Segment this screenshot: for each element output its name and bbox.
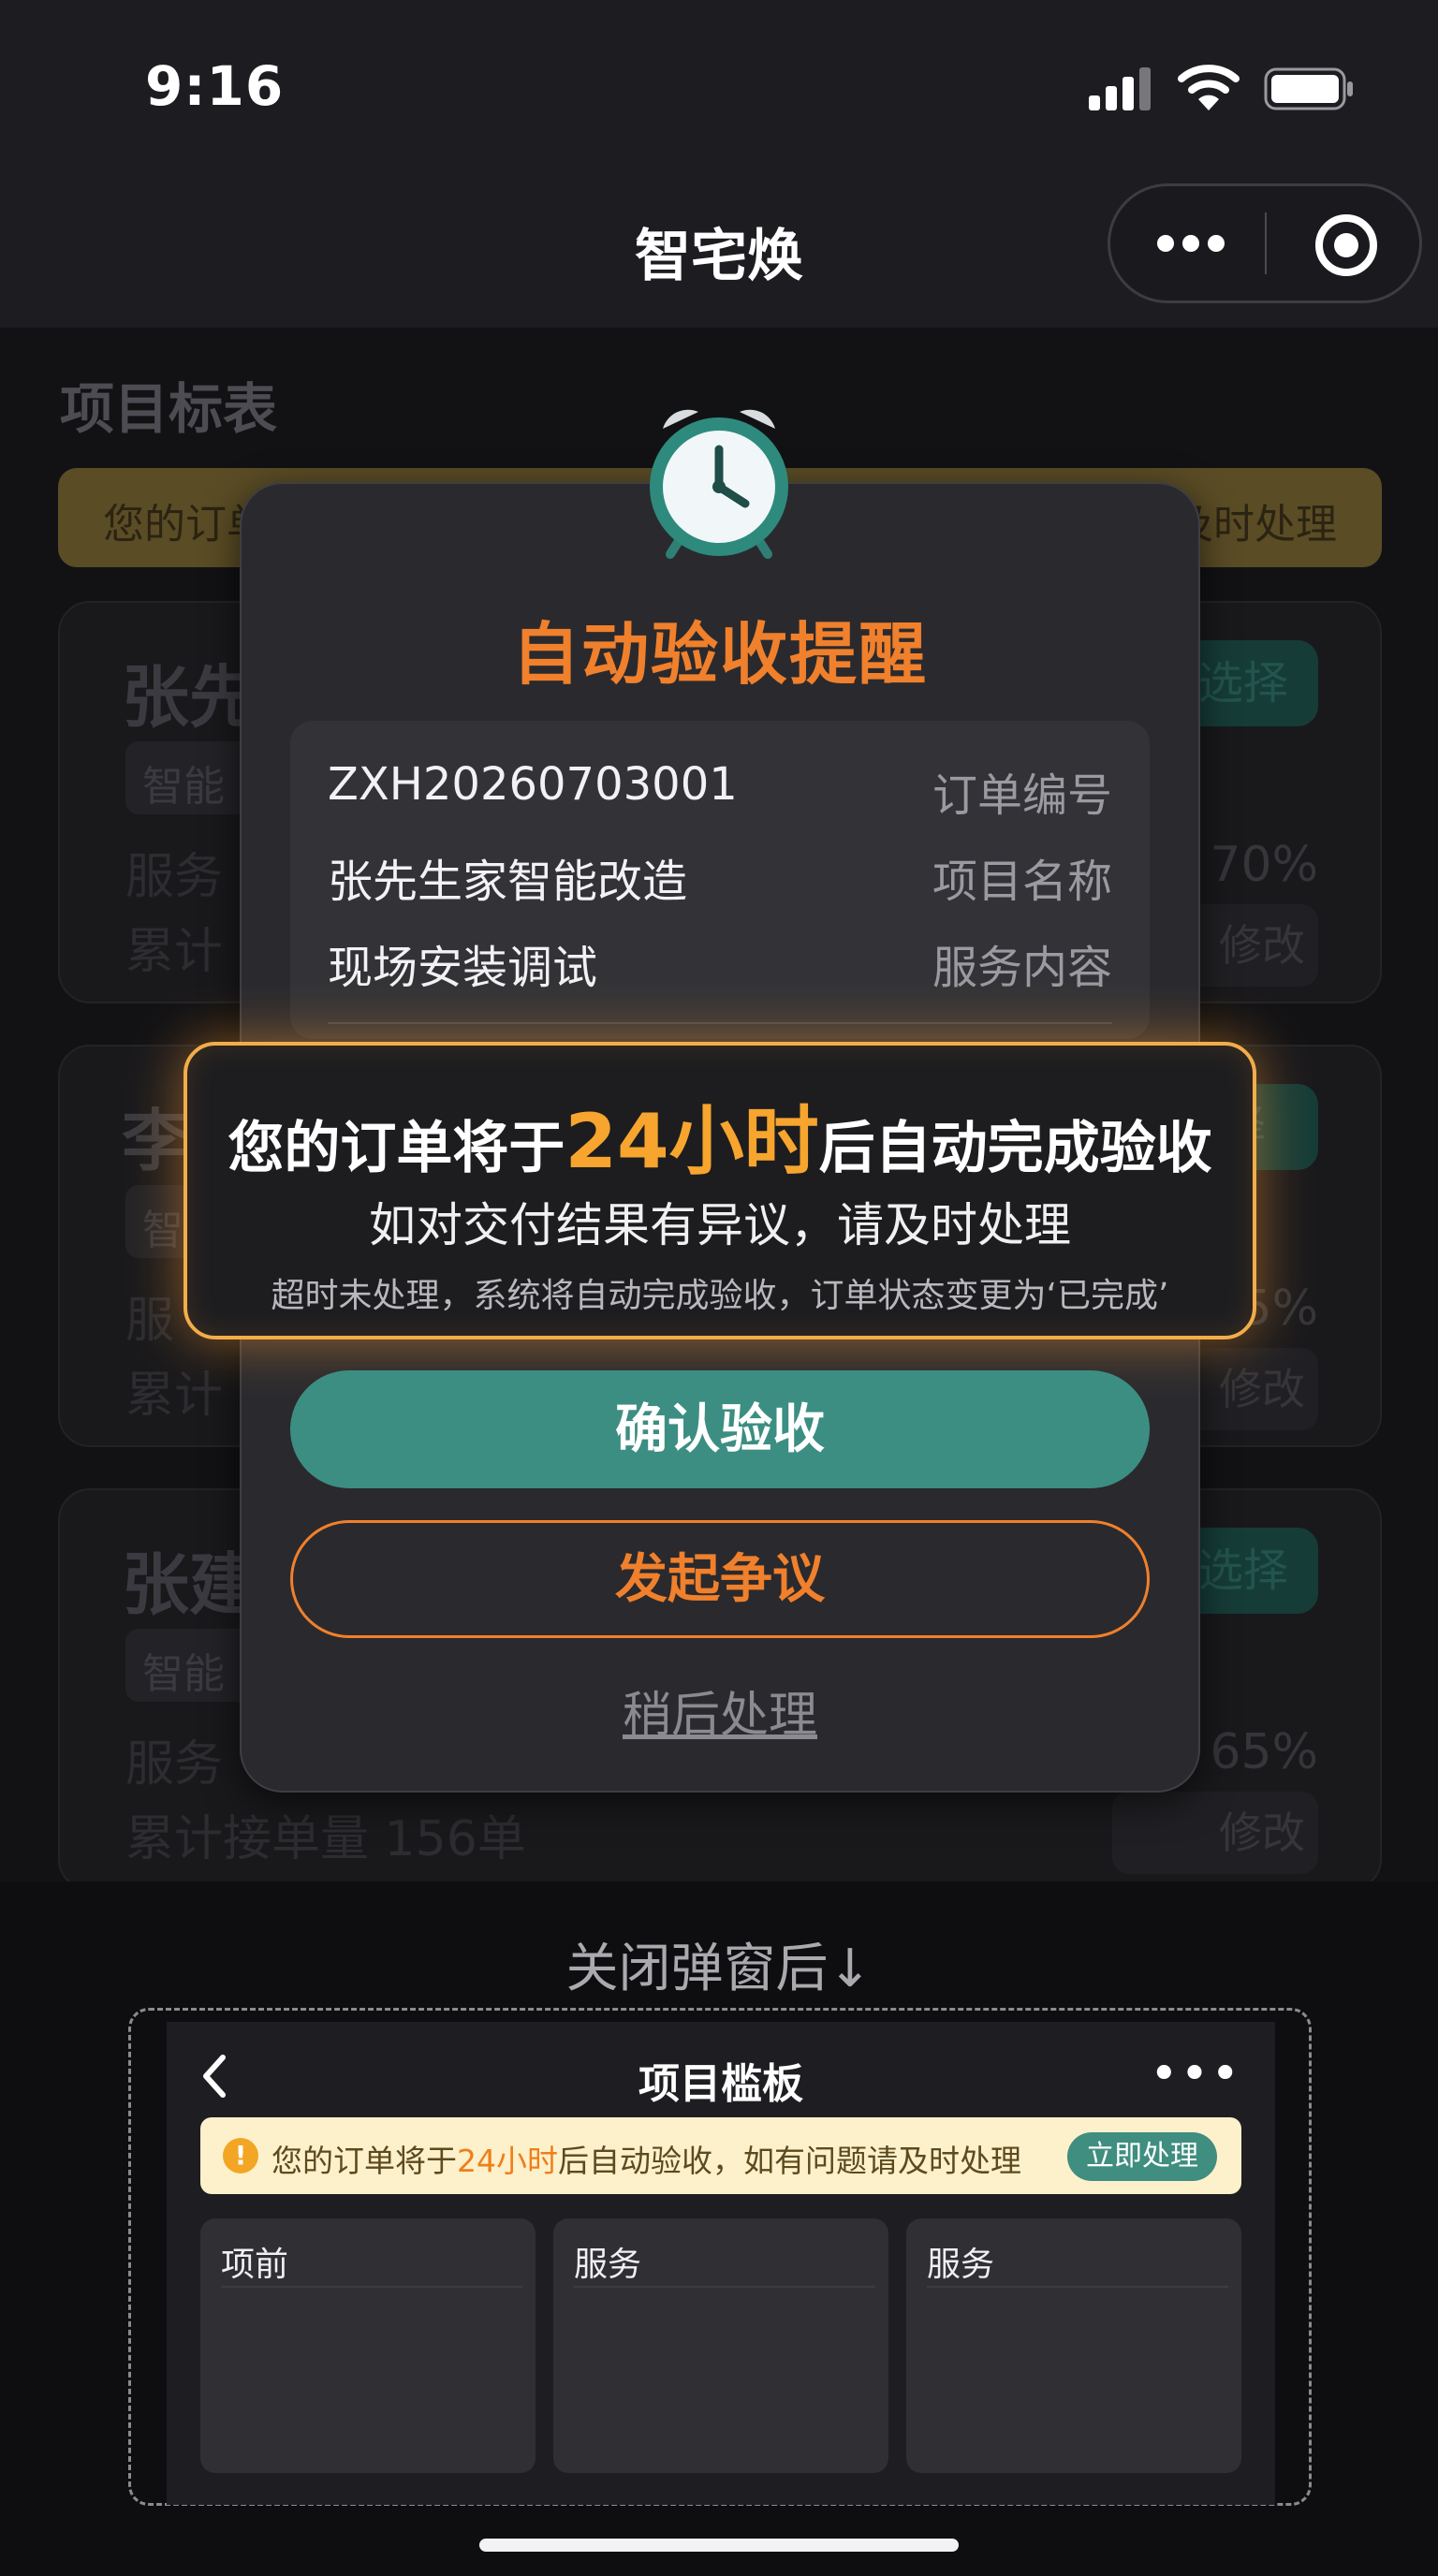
handle-now-button[interactable]: 立即处理 [1067,2132,1217,2181]
warning-icon: ! [223,2138,258,2174]
preview-notice-banner: ! 您的订单将于24小时后自动验收，如有问题请及时处理 立即处理 [200,2117,1241,2194]
bg-page-title: 项目标表 [60,377,278,441]
after-close-label: 关闭弹窗后↓ [565,1939,873,1999]
modal-title: 自动验收提醒 [511,615,928,694]
bg-card-progress: 70% [1210,837,1318,893]
project-name-label: 项目名称 [932,856,1112,908]
bg-card-line: 累计接单量 156单 [125,1811,526,1867]
bg-card-modify: 修改 [1112,1792,1318,1874]
status-time: 9:16 [145,54,285,118]
info-row-project-name: 张先生家智能改造 项目名称 [328,844,1112,910]
project-name-value: 张先生家智能改造 [328,856,688,908]
home-indicator [479,2539,959,2552]
headline-prefix: 您的订单将于 [227,1116,565,1181]
bg-card-name: 张先 [122,658,257,737]
info-row-order-id: ZXH20260703001 订单编号 [328,758,1112,824]
bg-card-line: 服务 [125,849,224,905]
bg-card-line: 服务 [125,1736,224,1793]
order-id-value: ZXH20260703001 [328,758,738,811]
notice-highlight: 24小时 [457,2143,558,2179]
column-divider [574,2286,875,2288]
highlight-note: 超时未处理，系统将自动完成验收，订单状态变更为‘已完成’ [271,1277,1169,1315]
target-circle-icon[interactable] [1315,214,1377,276]
after-close-preview: 项目槛板 ••• ! 您的订单将于24小时后自动验收，如有问题请及时处理 立即处… [167,2022,1275,2505]
alarm-clock-icon [650,409,788,559]
preview-notice-text: 您的订单将于24小时后自动验收，如有问题请及时处理 [271,2136,1021,2181]
confirm-accept-button[interactable]: 确认验收 [290,1370,1150,1488]
auto-accept-highlight-card: 您的订单将于24小时后自动完成验收 如对交付结果有异议，请及时处理 超时未处理，… [183,1042,1256,1339]
raise-dispute-button[interactable]: 发起争议 [290,1520,1150,1638]
battery-icon [1264,67,1353,110]
bg-card-line: 累计 [125,924,224,980]
column-divider [221,2286,522,2288]
signal-icon [1089,67,1154,110]
service-content-value: 现场安装调试 [328,942,598,994]
preview-column: 服务 [906,2218,1241,2473]
handle-later-link[interactable]: 稍后处理 [240,1676,1200,1746]
column-divider [927,2286,1228,2288]
preview-title: 项目槛板 [638,2060,803,2108]
highlight-subtitle: 如对交付结果有异议，请及时处理 [369,1198,1071,1252]
capsule-divider [1265,212,1267,274]
wifi-icon [1178,65,1240,110]
bg-card-name: 张建 [122,1545,257,1624]
order-id-label: 订单编号 [932,769,1112,822]
preview-column-header: 项前 [221,2246,289,2284]
mini-program-capsule [1108,183,1422,303]
headline-suffix: 后自动完成验收 [818,1116,1212,1181]
preview-column: 项前 [200,2218,536,2473]
info-row-service: 现场安装调试 服务内容 [328,930,1112,996]
preview-column: 服务 [553,2218,888,2473]
headline-emphasis: 24小时 [565,1098,819,1185]
more-dots-icon[interactable]: ••• [1150,2046,1241,2102]
preview-column-header: 服务 [574,2246,642,2284]
notice-suffix: 后自动验收，如有问题请及时处理 [558,2143,1021,2179]
bg-card-line: 服 [125,1293,175,1349]
preview-column-header: 服务 [927,2246,995,2284]
info-divider [328,1022,1112,1024]
bg-card-name: 李 [122,1102,190,1180]
bg-card-line: 累计 [125,1368,224,1424]
bg-card-progress: 65% [1210,1724,1318,1780]
highlight-headline: 您的订单将于24小时后自动完成验收 [187,1081,1253,1190]
service-content-label: 服务内容 [932,942,1112,994]
more-dots-icon[interactable] [1157,235,1233,256]
notice-prefix: 您的订单将于 [271,2143,457,2179]
order-info-box: ZXH20260703001 订单编号 张先生家智能改造 项目名称 现场安装调试… [290,721,1150,1039]
